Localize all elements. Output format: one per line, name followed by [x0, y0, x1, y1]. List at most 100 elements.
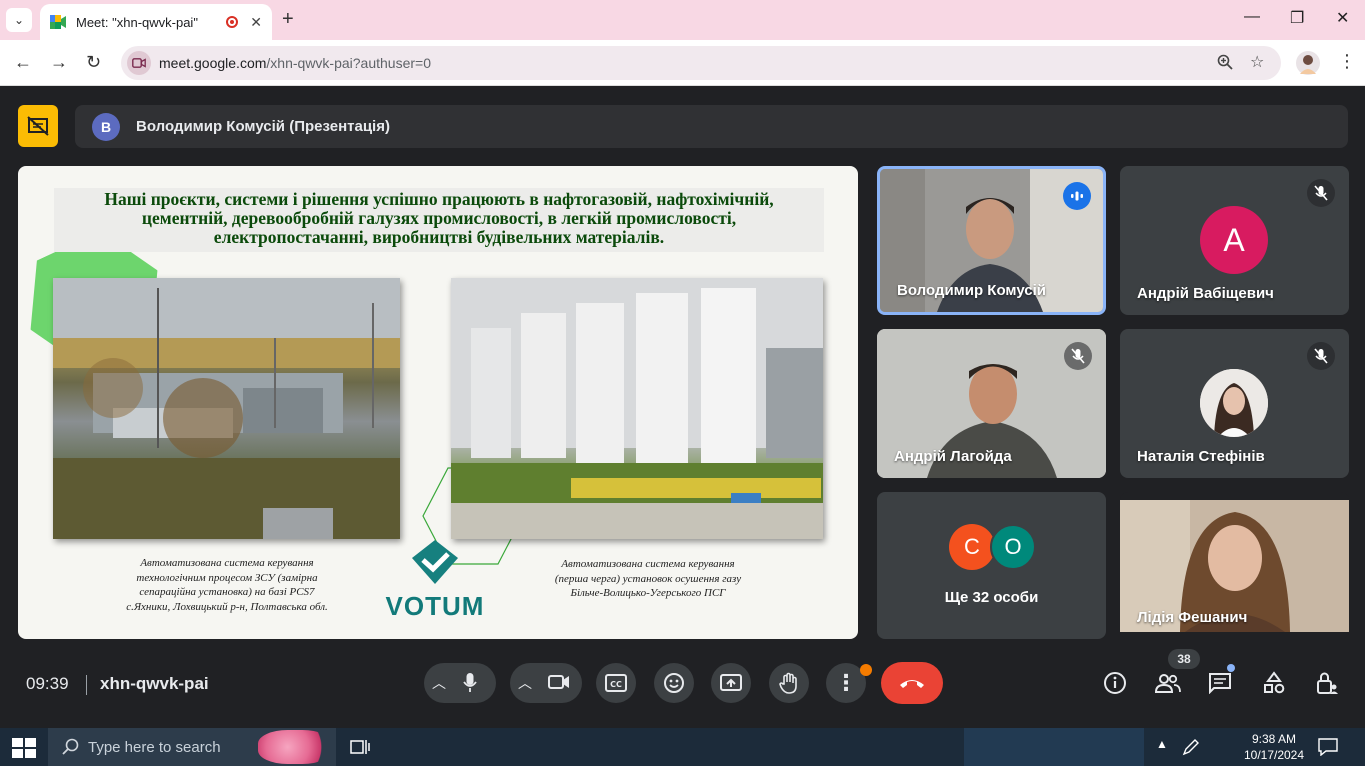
- camera-control-group: ︿: [510, 663, 582, 703]
- hang-up-icon: [900, 680, 924, 688]
- restore-button[interactable]: ❐: [1290, 8, 1304, 28]
- participant-avatar: С: [949, 524, 995, 570]
- participant-photo-avatar: [1200, 369, 1268, 437]
- lock-person-icon: [1317, 672, 1338, 694]
- taskbar-app-slot[interactable]: [964, 728, 1144, 766]
- browser-tab[interactable]: Meet: "xhn-qwvk-pai" ✕: [40, 4, 272, 40]
- caption-left: Автоматизована система керування техноло…: [102, 556, 352, 614]
- participant-tile[interactable]: А Андрій Вабіщевич: [1120, 166, 1349, 315]
- zoom-icon[interactable]: [1217, 54, 1233, 75]
- system-time: 9:38 AM: [1251, 732, 1297, 746]
- close-tab-icon[interactable]: ✕: [250, 14, 262, 31]
- back-arrow-icon[interactable]: ←: [14, 52, 32, 73]
- photo-separation-unit: [53, 278, 400, 539]
- task-view-icon[interactable]: [350, 738, 370, 756]
- audio-settings-chevron-icon[interactable]: ︿: [432, 673, 446, 693]
- mic-control-group: ︿: [424, 663, 496, 703]
- present-now-button[interactable]: [711, 663, 751, 703]
- speaking-indicator-icon: [1063, 182, 1091, 210]
- meeting-code: xhn-qwvk-pai: [100, 674, 209, 693]
- more-participants-label: Ще 32 особи: [944, 589, 1039, 606]
- participant-name: Лідія Фешанич: [1137, 609, 1248, 626]
- chat-unread-dot: [1227, 664, 1235, 672]
- close-window-button[interactable]: ✕: [1336, 8, 1349, 28]
- mic-off-icon: [1064, 342, 1092, 370]
- url-input[interactable]: meet.google.com/xhn-qwvk-pai?authuser=0: [121, 46, 1281, 80]
- presentation-header: В Володимир Комусій (Презентація): [75, 105, 1348, 148]
- address-bar-row: ← → ↻ meet.google.com/xhn-qwvk-pai?authu…: [0, 40, 1365, 86]
- participant-name: Андрій Лагойда: [894, 448, 1012, 465]
- more-vert-icon: ⋮: [835, 670, 857, 695]
- people-icon: [1155, 674, 1181, 693]
- windows-taskbar: Type here to search ▲ 9:38 AM 10/17/2024: [0, 728, 1365, 766]
- mic-off-icon: [1307, 342, 1335, 370]
- new-tab-button[interactable]: +: [282, 8, 294, 31]
- participant-tile[interactable]: Андрій Лагойда: [877, 329, 1106, 478]
- participant-avatar: О: [990, 524, 1036, 570]
- url-path: /xhn-qwvk-pai?authuser=0: [266, 55, 432, 71]
- participant-avatar: А: [1200, 206, 1268, 274]
- chat-button[interactable]: [1207, 670, 1233, 696]
- activities-button[interactable]: [1261, 670, 1287, 696]
- presentation-off-icon: [27, 116, 49, 136]
- presenter-avatar: В: [92, 112, 120, 141]
- raise-hand-button[interactable]: [769, 663, 809, 703]
- video-settings-chevron-icon[interactable]: ︿: [518, 673, 532, 693]
- notifications-icon[interactable]: [1318, 738, 1338, 756]
- minimize-button[interactable]: —: [1244, 8, 1260, 26]
- stop-presenting-button[interactable]: [18, 105, 58, 147]
- people-count-badge: 38: [1168, 649, 1200, 669]
- slide-heading-line: Наші проєкти, системи і рішення успішно …: [104, 189, 774, 209]
- votum-wordmark: VOTUM: [385, 591, 485, 621]
- caption-line: сепараційна установка) на базі PCS7: [139, 586, 315, 598]
- microphone-button[interactable]: [462, 672, 478, 699]
- participant-name: Андрій Вабіщевич: [1137, 285, 1274, 302]
- profile-avatar[interactable]: [1296, 51, 1320, 75]
- emoji-icon: [664, 673, 684, 693]
- participant-name: Наталія Стефінів: [1137, 448, 1265, 465]
- participant-tile[interactable]: Володимир Комусій: [877, 166, 1106, 315]
- bookmark-star-icon[interactable]: ☆: [1250, 52, 1264, 72]
- notification-dot: [860, 664, 872, 676]
- leave-call-button[interactable]: [881, 662, 943, 704]
- caption-line: технологічним процесом ЗСУ (замірна: [136, 571, 318, 584]
- browser-tab-bar: ⌄ Meet: "xhn-qwvk-pai" ✕ + — ❐ ✕: [0, 0, 1365, 40]
- pen-icon[interactable]: [1182, 738, 1200, 756]
- taskbar-search-input[interactable]: Type here to search: [48, 728, 336, 766]
- meeting-details-button[interactable]: [1102, 670, 1128, 696]
- microphone-icon: [463, 673, 477, 692]
- people-button[interactable]: [1155, 670, 1181, 696]
- browser-menu-icon[interactable]: ⋮: [1338, 51, 1356, 72]
- participant-tile[interactable]: Наталія Стефінів: [1120, 329, 1349, 478]
- show-hidden-icons-chevron[interactable]: ▲: [1156, 737, 1168, 751]
- caption-line: Автоматизована система керування: [140, 557, 314, 569]
- windows-start-icon[interactable]: [12, 738, 36, 758]
- system-clock[interactable]: 9:38 AM 10/17/2024: [1238, 731, 1310, 763]
- caption-line: Більче-Волицько-Угерського ПСГ: [570, 587, 726, 599]
- slide-heading-line: цементній, деревообробній галузях промис…: [141, 208, 737, 228]
- info-icon: [1104, 672, 1126, 694]
- slide-heading-line: електропостачанні, виробництві будівельн…: [213, 227, 665, 247]
- forward-arrow-icon[interactable]: →: [50, 52, 68, 73]
- captions-button[interactable]: CC: [596, 663, 636, 703]
- tab-search-button[interactable]: ⌄: [6, 8, 32, 32]
- more-participants-tile[interactable]: С О Ще 32 особи: [877, 492, 1106, 639]
- votum-check-icon: [412, 540, 458, 584]
- closed-captions-icon: CC: [605, 674, 627, 692]
- host-controls-button[interactable]: [1314, 670, 1340, 696]
- participant-tile[interactable]: Лідія Фешанич: [1120, 492, 1349, 639]
- caption-line: с.Яхники, Лохвицький р-н, Полтавська обл…: [126, 600, 328, 613]
- slide-heading: Наші проєкти, системи і рішення успішно …: [54, 188, 824, 252]
- reload-icon[interactable]: ↻: [86, 52, 101, 73]
- search-icon: [62, 738, 79, 755]
- reactions-button[interactable]: [654, 663, 694, 703]
- hand-icon: [779, 672, 797, 694]
- system-date: 10/17/2024: [1243, 748, 1305, 762]
- svg-text:CC: CC: [610, 680, 622, 689]
- camera-button[interactable]: [548, 674, 570, 695]
- chat-icon: [1209, 673, 1231, 694]
- caption-right: Автоматизована система керування (перша …: [528, 557, 768, 601]
- chevron-down-icon: ⌄: [13, 13, 25, 27]
- mic-off-icon: [1307, 179, 1335, 207]
- tab-title: Meet: "xhn-qwvk-pai": [76, 14, 198, 30]
